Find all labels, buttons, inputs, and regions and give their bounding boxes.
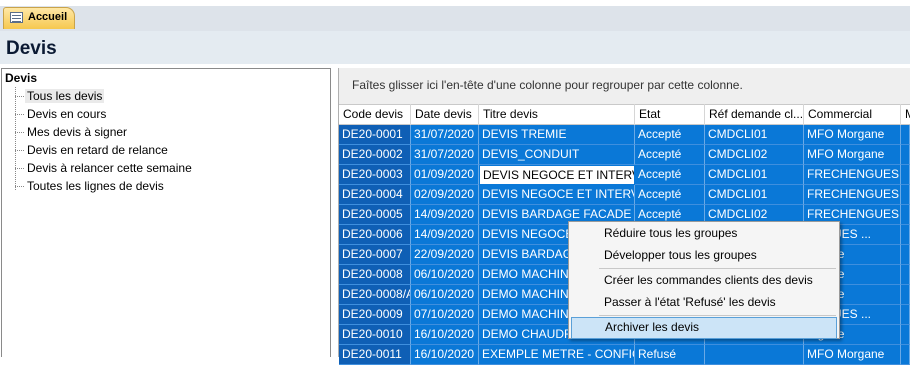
- cell-code[interactable]: DE20-0007: [339, 245, 411, 265]
- tree-item-label: Mes devis à signer: [27, 125, 128, 139]
- cell-code[interactable]: DE20-0001: [339, 125, 411, 145]
- tree-root[interactable]: Devis: [5, 71, 37, 85]
- cell-titre[interactable]: DEVIS NEGOCE ET INTERVE...: [479, 165, 635, 185]
- page-header: [0, 31, 910, 64]
- column-header-m[interactable]: M: [901, 104, 910, 125]
- menu-item-developper-groupes[interactable]: Développer tous les groupes: [571, 245, 837, 267]
- column-header-code[interactable]: Code devis: [339, 104, 411, 125]
- cell-etat[interactable]: Accepté: [635, 165, 705, 185]
- tree-item-label: Devis en retard de relance: [27, 143, 168, 157]
- cell-code[interactable]: DE20-0008: [339, 265, 411, 285]
- cell-m[interactable]: [901, 245, 910, 265]
- cell-code[interactable]: DE20-0003: [339, 165, 411, 185]
- cell-m[interactable]: [901, 165, 910, 185]
- cell-date[interactable]: 14/09/2020: [411, 205, 479, 225]
- cell-code[interactable]: DE20-0008/A: [339, 285, 411, 305]
- context-menu: Réduire tous les groupes Développer tous…: [568, 221, 840, 339]
- table-row[interactable]: DE20-0003 01/09/2020 DEVIS NEGOCE ET INTER…: [339, 165, 910, 185]
- cell-date[interactable]: 31/07/2020: [411, 125, 479, 145]
- group-by-drop-area[interactable]: Faîtes glisser ici l'en-tête d'une colon…: [352, 78, 743, 92]
- cell-titre[interactable]: DEVIS_CONDUIT: [479, 145, 635, 165]
- cell-etat[interactable]: Accepté: [635, 145, 705, 165]
- cell-commercial[interactable]: MFO Morgane: [804, 145, 901, 165]
- cell-titre[interactable]: DEVIS TREMIE: [479, 125, 635, 145]
- tree-connector: [15, 87, 16, 190]
- cell-date[interactable]: 07/10/2020: [411, 305, 479, 325]
- table-row[interactable]: DE20-0004 02/09/2020 DEVIS NEGOCE ET INTER…: [339, 185, 910, 205]
- cell-date[interactable]: 14/09/2020: [411, 225, 479, 245]
- menu-item-reduire-groupes[interactable]: Réduire tous les groupes: [571, 223, 837, 245]
- tree-item-label: Toutes les lignes de devis: [27, 179, 164, 193]
- cell-m[interactable]: [901, 285, 910, 305]
- cell-etat[interactable]: Accepté: [635, 125, 705, 145]
- cell-date[interactable]: 16/10/2020: [411, 325, 479, 345]
- cell-code[interactable]: DE20-0004: [339, 185, 411, 205]
- cell-date[interactable]: 02/09/2020: [411, 185, 479, 205]
- table-row[interactable]: DE20-0001 31/07/2020 DEVIS TREMIE Accepté CM…: [339, 125, 910, 145]
- tab-accueil[interactable]: Accueil: [3, 7, 75, 29]
- cell-ref[interactable]: CMDCLI01: [705, 185, 804, 205]
- column-header-etat[interactable]: Etat: [635, 104, 705, 125]
- column-header-date[interactable]: Date devis: [411, 104, 479, 125]
- cell-date[interactable]: 06/10/2020: [411, 285, 479, 305]
- cell-code[interactable]: DE20-0002: [339, 145, 411, 165]
- cell-etat[interactable]: Accepté: [635, 185, 705, 205]
- cell-date[interactable]: 01/09/2020: [411, 165, 479, 185]
- table-row[interactable]: DE20-0011 16/10/2020 EXEMPLE METRE - CONFI…: [339, 345, 910, 365]
- menu-separator: [599, 315, 836, 316]
- menu-separator: [599, 268, 836, 269]
- cell-code[interactable]: DE20-0011: [339, 345, 411, 365]
- form-icon: [10, 12, 23, 23]
- cell-m[interactable]: [901, 345, 910, 365]
- cell-m[interactable]: [901, 225, 910, 245]
- cell-etat[interactable]: Refusé: [635, 345, 705, 365]
- cell-m[interactable]: [901, 205, 910, 225]
- cell-code[interactable]: DE20-0010: [339, 325, 411, 345]
- cell-commercial[interactable]: FRECHENGUES ...: [804, 185, 901, 205]
- column-header-commercial[interactable]: Commercial: [804, 104, 901, 125]
- menu-item-creer-commandes[interactable]: Créer les commandes clients des devis: [571, 270, 837, 292]
- tree-item-label: Devis à relancer cette semaine: [27, 161, 192, 175]
- cell-code[interactable]: DE20-0005: [339, 205, 411, 225]
- tree-item-label: Tous les devis: [25, 89, 105, 103]
- cell-commercial[interactable]: FRECHENGUES ...: [804, 165, 901, 185]
- tab-bar: [0, 6, 910, 31]
- cell-ref[interactable]: CMDCLI01: [705, 165, 804, 185]
- cell-date[interactable]: 22/09/2020: [411, 245, 479, 265]
- page-title: Devis: [6, 38, 57, 59]
- cell-m[interactable]: [901, 125, 910, 145]
- cell-code[interactable]: DE20-0006: [339, 225, 411, 245]
- cell-code[interactable]: DE20-0009: [339, 305, 411, 325]
- cell-date[interactable]: 16/10/2020: [411, 345, 479, 365]
- cell-commercial[interactable]: MFO Morgane: [804, 345, 901, 365]
- cell-ref[interactable]: CMDCLI02: [705, 145, 804, 165]
- menu-item-passer-refuse[interactable]: Passer à l'état 'Refusé' les devis: [571, 292, 837, 314]
- table-row[interactable]: DE20-0002 31/07/2020 DEVIS_CONDUIT Accepté C…: [339, 145, 910, 165]
- cell-date[interactable]: 31/07/2020: [411, 145, 479, 165]
- tab-label: Accueil: [28, 11, 68, 23]
- cell-titre[interactable]: DEVIS NEGOCE ET INTERVE...: [479, 185, 635, 205]
- tree-item-label: Devis en cours: [27, 107, 107, 121]
- cell-date[interactable]: 06/10/2020: [411, 265, 479, 285]
- cell-commercial[interactable]: MFO Morgane: [804, 125, 901, 145]
- cell-titre[interactable]: EXEMPLE METRE - CONFIG...: [479, 345, 635, 365]
- cell-ref[interactable]: [705, 345, 804, 365]
- menu-item-archiver-devis[interactable]: Archiver les devis: [571, 317, 837, 339]
- column-header-titre[interactable]: Titre devis: [479, 104, 635, 125]
- cell-m[interactable]: [901, 185, 910, 205]
- cell-m[interactable]: [901, 305, 910, 325]
- cell-m[interactable]: [901, 265, 910, 285]
- cell-m[interactable]: [901, 145, 910, 165]
- cell-m[interactable]: [901, 325, 910, 345]
- cell-ref[interactable]: CMDCLI01: [705, 125, 804, 145]
- column-header-ref-demande[interactable]: Réf demande cl...: [705, 104, 804, 125]
